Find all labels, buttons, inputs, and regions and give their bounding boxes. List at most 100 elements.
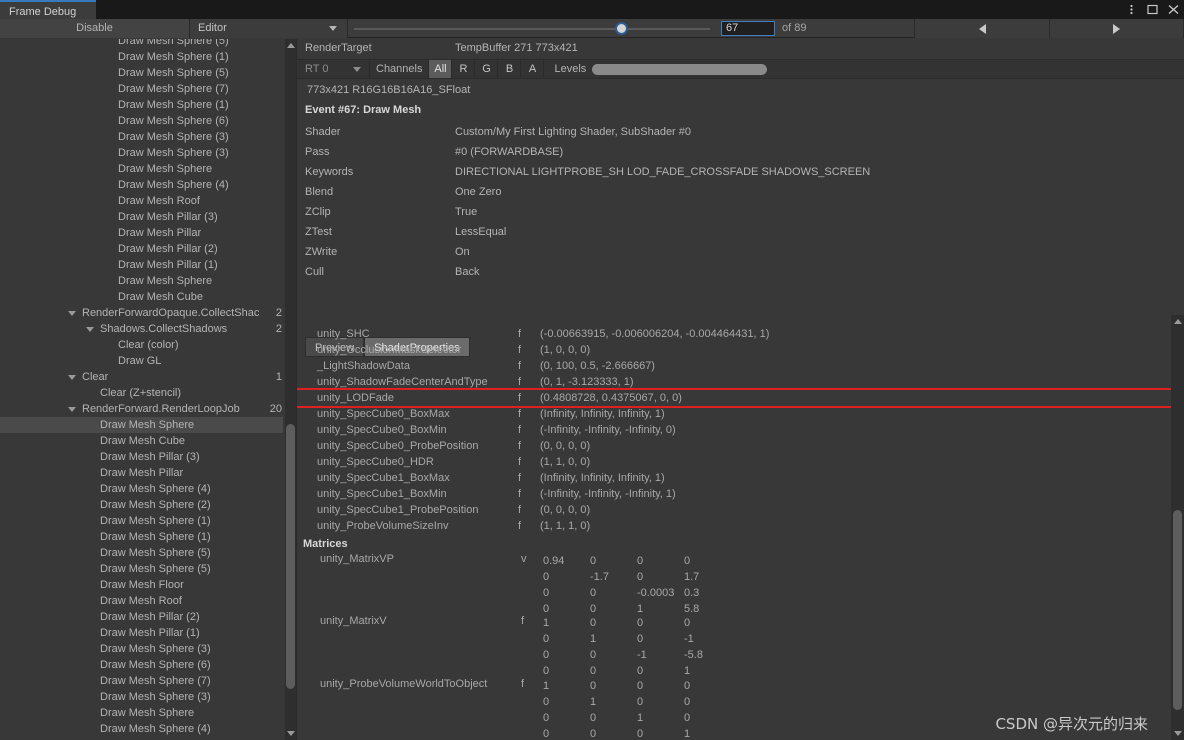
tree-row[interactable]: Draw Mesh Sphere bbox=[0, 273, 283, 289]
channel-button-g[interactable]: G bbox=[474, 60, 497, 78]
expand-arrow-icon[interactable] bbox=[86, 327, 94, 332]
channel-button-r[interactable]: R bbox=[451, 60, 474, 78]
tree-row[interactable]: Draw Mesh Roof bbox=[0, 593, 283, 609]
tree-row[interactable]: Draw Mesh Pillar (3) bbox=[0, 449, 283, 465]
channel-button-all[interactable]: All bbox=[428, 60, 452, 78]
expand-arrow-icon[interactable] bbox=[68, 407, 76, 412]
tree-row[interactable]: Draw Mesh Sphere bbox=[0, 417, 283, 433]
tree-row[interactable]: Draw Mesh Pillar (3) bbox=[0, 209, 283, 225]
tree-row[interactable]: Draw Mesh Cube bbox=[0, 433, 283, 449]
tree-row[interactable]: Clear (Z+stencil) bbox=[0, 385, 283, 401]
shader-property-row[interactable]: unity_ProbeVolumeSizeInv f (1, 1, 1, 0) bbox=[297, 518, 1172, 534]
event-tree-scrollbar[interactable] bbox=[285, 39, 296, 740]
shader-property-row[interactable]: unity_SHC f (-0.00663915, -0.006006204, -0… bbox=[297, 326, 1172, 342]
tree-row[interactable]: Draw Mesh Pillar (2) bbox=[0, 241, 283, 257]
levels-slider[interactable] bbox=[592, 63, 768, 75]
tree-row[interactable]: Draw Mesh Sphere (5) bbox=[0, 65, 283, 81]
close-icon[interactable] bbox=[1167, 3, 1180, 16]
tree-row[interactable]: Draw GL bbox=[0, 353, 283, 369]
event-index-input[interactable]: 67 bbox=[721, 21, 775, 36]
tree-row[interactable]: Draw Mesh Sphere (1) bbox=[0, 513, 283, 529]
tree-row[interactable]: Draw Mesh Sphere (6) bbox=[0, 113, 283, 129]
shader-property-row[interactable]: unity_SpecCube0_HDR f (1, 1, 0, 0) bbox=[297, 454, 1172, 470]
tree-row[interactable]: Draw Mesh Sphere (4) bbox=[0, 177, 283, 193]
tree-row[interactable]: Draw Mesh Sphere bbox=[0, 161, 283, 177]
tree-row[interactable]: Draw Mesh Sphere (3) bbox=[0, 689, 283, 705]
scroll-up-icon[interactable] bbox=[287, 43, 295, 48]
event-slider[interactable] bbox=[352, 19, 712, 38]
tree-row-label: Clear (color) bbox=[118, 339, 179, 351]
tree-row[interactable]: Draw Mesh Pillar bbox=[0, 465, 283, 481]
scroll-up-icon[interactable] bbox=[1174, 319, 1182, 324]
shader-property-row[interactable]: unity_SpecCube1_ProbePosition f (0, 0, 0, … bbox=[297, 502, 1172, 518]
disable-button[interactable]: Disable bbox=[0, 19, 190, 38]
event-total-label: of 89 bbox=[782, 22, 807, 34]
target-dropdown[interactable]: Editor bbox=[190, 19, 348, 38]
tree-row-count: 2 bbox=[275, 307, 282, 319]
tree-row[interactable]: Draw Mesh Sphere (1) bbox=[0, 529, 283, 545]
shader-property-row[interactable]: unity_ProbeVolumeMin f (-Infinity, -Infini… bbox=[297, 534, 1172, 536]
tree-row[interactable]: Draw Mesh Sphere (4) bbox=[0, 481, 283, 497]
tree-row[interactable]: Draw Mesh Cube bbox=[0, 289, 283, 305]
expand-arrow-icon[interactable] bbox=[68, 375, 76, 380]
expand-arrow-icon[interactable] bbox=[68, 311, 76, 316]
tree-row[interactable]: Clear (color) bbox=[0, 337, 283, 353]
event-slider-knob[interactable] bbox=[615, 22, 628, 35]
disable-button-label: Disable bbox=[76, 22, 113, 34]
tree-row-label: Draw Mesh Sphere (5) bbox=[100, 563, 211, 575]
tree-row[interactable]: Draw Mesh Sphere (5) bbox=[0, 39, 283, 49]
tree-row[interactable]: Draw Mesh Pillar (2) bbox=[0, 609, 283, 625]
shader-properties-list[interactable]: unity_SHC f (-0.00663915, -0.006006204, -0… bbox=[297, 318, 1172, 536]
shader-property-row[interactable]: unity_ShadowFadeCenterAndType f (0, 1, -3.… bbox=[297, 374, 1172, 390]
tree-row[interactable]: Draw Mesh Sphere (5) bbox=[0, 561, 283, 577]
kebab-menu-icon[interactable] bbox=[1125, 3, 1138, 16]
scrollbar-thumb[interactable] bbox=[1173, 510, 1182, 710]
channel-button-b[interactable]: B bbox=[497, 60, 520, 78]
shader-property-name: unity_SpecCube0_HDR bbox=[317, 456, 434, 468]
tree-row[interactable]: Draw Mesh Pillar bbox=[0, 225, 283, 241]
shader-property-row[interactable]: unity_SpecCube0_BoxMin f (-Infinity, -Infi… bbox=[297, 422, 1172, 438]
shader-property-row[interactable]: _LightShadowData f (0, 100, 0.5, -2.666667… bbox=[297, 358, 1172, 374]
tree-row[interactable]: Clear 1 bbox=[0, 369, 283, 385]
tree-row[interactable]: Draw Mesh Sphere (1) bbox=[0, 97, 283, 113]
tree-row[interactable]: Draw Mesh Sphere (7) bbox=[0, 673, 283, 689]
tree-row[interactable]: Shadows.CollectShadows 2 bbox=[0, 321, 283, 337]
shader-property-row[interactable] bbox=[297, 318, 1172, 326]
tree-row[interactable]: Draw Mesh Sphere (2) bbox=[0, 497, 283, 513]
scroll-down-icon[interactable] bbox=[287, 731, 295, 736]
tree-row[interactable]: RenderForward.RenderLoopJob 20 bbox=[0, 401, 283, 417]
shader-property-row[interactable]: unity_OcclusionMaskSelector f (1, 0, 0, 0) bbox=[297, 342, 1172, 358]
tree-row[interactable]: Draw Mesh Pillar (1) bbox=[0, 625, 283, 641]
tree-row[interactable]: Draw Mesh Sphere (4) bbox=[0, 721, 283, 737]
tree-row[interactable]: Draw Mesh Sphere (3) bbox=[0, 145, 283, 161]
channel-button-a[interactable]: A bbox=[520, 60, 543, 78]
tree-row[interactable]: Draw Mesh Sphere (7) bbox=[0, 81, 283, 97]
tree-row[interactable]: Draw Mesh Sphere (5) bbox=[0, 545, 283, 561]
rt-select-dropdown[interactable]: RT 0 bbox=[297, 60, 370, 78]
tree-row[interactable]: Draw Mesh Sphere (3) bbox=[0, 129, 283, 145]
tree-row[interactable]: Draw Mesh Sphere (1) bbox=[0, 49, 283, 65]
tab-frame-debug[interactable]: Frame Debug bbox=[0, 0, 96, 19]
tree-row[interactable]: Draw Mesh Roof bbox=[0, 193, 283, 209]
shader-property-row[interactable]: unity_SpecCube1_BoxMin f (-Infinity, -Infi… bbox=[297, 486, 1172, 502]
previous-event-button[interactable] bbox=[914, 19, 1049, 38]
tree-row[interactable]: Draw Mesh Pillar (1) bbox=[0, 257, 283, 273]
chevron-down-icon bbox=[353, 67, 361, 72]
tree-row[interactable]: Draw Mesh Sphere bbox=[0, 705, 283, 721]
shader-property-row-highlighted[interactable]: unity_LODFade f (0.4808728, 0.4375067, 0, … bbox=[297, 388, 1172, 408]
tree-row[interactable]: Draw Mesh Sphere (6) bbox=[0, 657, 283, 673]
levels-slider-max-handle[interactable] bbox=[757, 63, 768, 75]
scroll-down-icon[interactable] bbox=[1174, 731, 1182, 736]
scrollbar-thumb[interactable] bbox=[286, 424, 295, 689]
next-event-button[interactable] bbox=[1049, 19, 1184, 38]
tree-row[interactable]: RenderForwardOpaque.CollectShac 2 bbox=[0, 305, 283, 321]
shader-property-row[interactable]: unity_SpecCube0_ProbePosition f (0, 0, 0, … bbox=[297, 438, 1172, 454]
maximize-icon[interactable] bbox=[1146, 3, 1159, 16]
detail-scrollbar[interactable] bbox=[1171, 315, 1184, 740]
levels-slider-min-handle[interactable] bbox=[592, 63, 603, 75]
shader-property-row[interactable]: unity_SpecCube1_BoxMax f (Infinity, Infini… bbox=[297, 470, 1172, 486]
tree-row[interactable]: Draw Mesh Floor bbox=[0, 577, 283, 593]
shader-property-row[interactable]: unity_SpecCube0_BoxMax f (Infinity, Infini… bbox=[297, 406, 1172, 422]
tree-row[interactable]: Draw Mesh Sphere (3) bbox=[0, 641, 283, 657]
channel-toolbar: RT 0 Channels All R G B A Levels bbox=[297, 59, 1184, 79]
